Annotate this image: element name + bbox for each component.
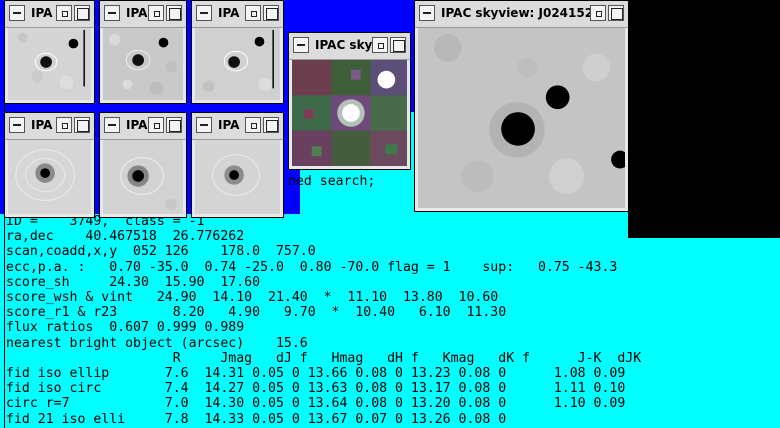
maximize-icon[interactable] [166, 5, 182, 21]
image-view[interactable] [103, 28, 183, 100]
window-title: IPA [31, 6, 55, 20]
minimize-icon[interactable] [148, 117, 164, 133]
titlebar[interactable]: IPA [100, 1, 186, 28]
thumbnail-window-3[interactable]: IPA [191, 0, 284, 104]
skyview-image[interactable] [418, 28, 625, 208]
window-menu-icon[interactable] [104, 5, 120, 21]
terminal-line: fid iso circ 7.4 14.27 0.05 0 13.63 0.08… [6, 381, 626, 397]
titlebar[interactable]: IPA [5, 113, 94, 140]
window-title: IPAC skyview: J024152.2 [441, 6, 608, 20]
window-title: IPA [218, 118, 242, 132]
maximize-icon[interactable] [263, 5, 279, 21]
thumbnail-window-2[interactable]: IPA [99, 0, 187, 104]
terminal-line: score_wsh & vint 24.90 14.10 21.40 * 11.… [6, 290, 499, 306]
titlebar[interactable]: IPA [100, 113, 186, 140]
minimize-icon[interactable] [245, 117, 261, 133]
window-menu-icon[interactable] [104, 117, 120, 133]
thumbnail-window-5[interactable]: IPA [99, 112, 187, 218]
titlebar[interactable]: IPA [5, 1, 94, 28]
titlebar[interactable]: IPA [192, 1, 283, 28]
terminal-line: ra,dec 40.467518 26.776262 [6, 229, 245, 245]
thumbnail-window-4[interactable]: IPA [4, 112, 95, 218]
window-menu-icon[interactable] [196, 117, 212, 133]
window-menu-icon[interactable] [9, 117, 25, 133]
window-menu-icon[interactable] [293, 37, 309, 53]
terminal-output[interactable]: ID = 3749, class = -1 ra,dec 40.467518 2… [6, 214, 780, 428]
terminal-line: circ r=7 7.0 14.30 0.05 0 13.64 0.08 0 1… [6, 396, 626, 412]
terminal-line: scan,coadd,x,y 052 126 178.0 757.0 [6, 244, 316, 260]
minimize-icon[interactable] [56, 117, 72, 133]
window-title: IPAC sky [315, 38, 375, 52]
window-title: IPA [126, 6, 150, 20]
window-menu-icon[interactable] [9, 5, 25, 21]
image-view[interactable] [103, 140, 183, 214]
terminal-line: score_r1 & r23 8.20 4.90 9.70 * 10.40 6.… [6, 305, 507, 321]
minimize-icon[interactable] [56, 5, 72, 21]
titlebar[interactable]: IPA [192, 113, 283, 140]
terminal-line: fid iso ellip 7.6 14.31 0.05 0 13.66 0.0… [6, 366, 626, 382]
thumbnail-window-1[interactable]: IPA [4, 0, 95, 104]
image-view[interactable] [195, 140, 280, 214]
black-window-area [628, 0, 780, 238]
terminal-ned-search-text: ned search; [288, 174, 376, 189]
image-view[interactable] [8, 28, 91, 100]
terminal-line: ecc,p.a. : 0.70 -35.0 0.74 -25.0 0.80 -7… [6, 259, 618, 275]
terminal-line: flux ratios 0.607 0.999 0.989 [6, 320, 245, 336]
window-menu-icon[interactable] [419, 5, 435, 21]
terminal-line: R Jmag dJ f Hmag dH f Kmag dK f J-K dJK [6, 350, 642, 366]
window-title: IPA [218, 6, 242, 20]
maximize-icon[interactable] [390, 37, 406, 53]
terminal-line: score_sh 24.30 15.90 17.60 [6, 274, 261, 290]
minimize-icon[interactable] [372, 37, 388, 53]
minimize-icon[interactable] [590, 5, 606, 21]
thumbnail-window-6[interactable]: IPA [191, 112, 284, 218]
maximize-icon[interactable] [263, 117, 279, 133]
color-image-view[interactable] [292, 60, 407, 166]
maximize-icon[interactable] [74, 117, 90, 133]
terminal-line: nearest bright object (arcsec) 15.6 [6, 335, 308, 351]
color-image-window[interactable]: IPAC sky [288, 32, 411, 170]
titlebar[interactable]: IPAC skyview: J024152.2 [415, 1, 628, 28]
minimize-icon[interactable] [148, 5, 164, 21]
image-view[interactable] [8, 140, 91, 214]
maximize-icon[interactable] [74, 5, 90, 21]
image-view[interactable] [195, 28, 280, 100]
window-menu-icon[interactable] [196, 5, 212, 21]
maximize-icon[interactable] [608, 5, 624, 21]
terminal-line: fid 21 iso elli 7.8 14.33 0.05 0 13.67 0… [6, 411, 507, 427]
minimize-icon[interactable] [245, 5, 261, 21]
maximize-icon[interactable] [166, 117, 182, 133]
window-title: IPA [31, 118, 55, 132]
titlebar[interactable]: IPAC sky [289, 33, 410, 60]
skyview-window[interactable]: IPAC skyview: J024152.2 [414, 0, 629, 212]
window-title: IPA [126, 118, 150, 132]
